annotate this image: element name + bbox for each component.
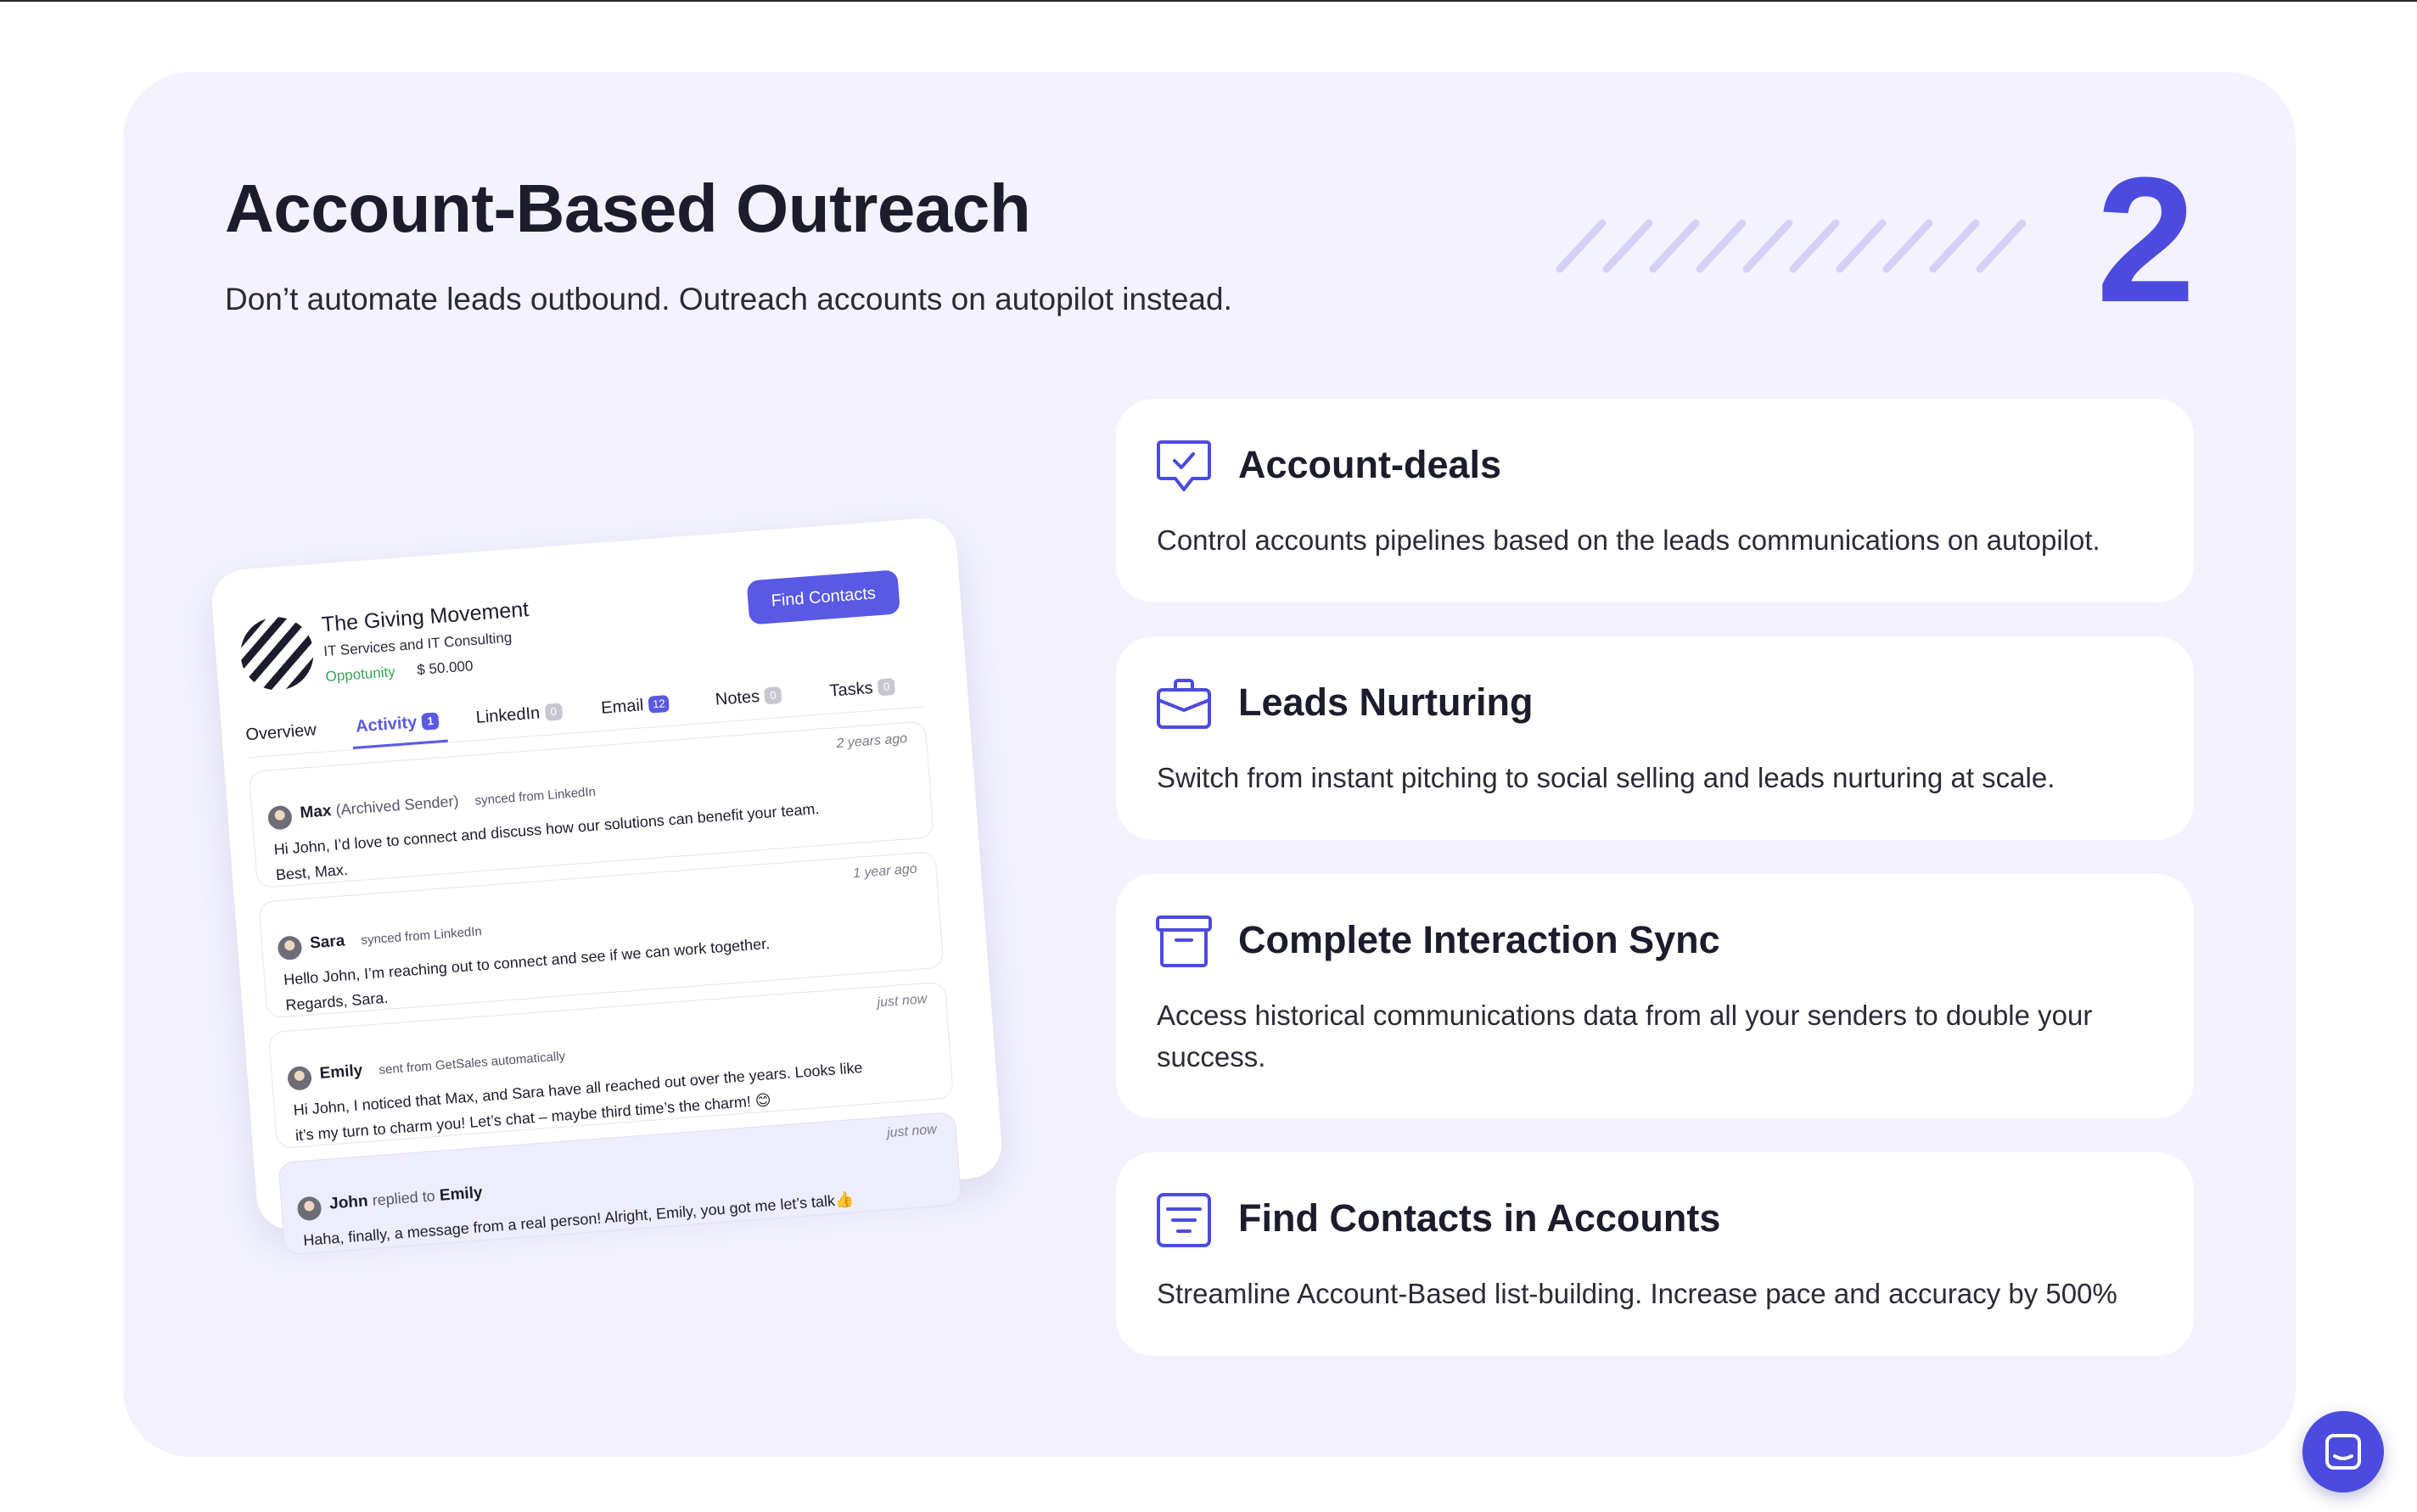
- active-tab-indicator: [352, 739, 448, 749]
- tab-activity[interactable]: Activity 1: [355, 711, 440, 736]
- feature-card-account-deals: Account-deals Control accounts pipelines…: [1116, 399, 2194, 602]
- message-time: 2 years ago: [836, 731, 908, 752]
- message-time: just now: [876, 992, 928, 1011]
- feature-title: Complete Interaction Sync: [1238, 918, 1720, 961]
- tasks-count-badge: 0: [877, 677, 896, 697]
- avatar: [266, 804, 293, 831]
- avatar: [277, 935, 303, 961]
- avatar: [287, 1065, 313, 1091]
- feature-title: Find Contacts in Accounts: [1238, 1196, 1721, 1240]
- linkedin-count-badge: 0: [544, 703, 563, 721]
- avatar: [296, 1196, 322, 1222]
- top-border: [0, 0, 2417, 2]
- archive-box-icon: [1156, 916, 1212, 967]
- message-sender: Sara: [309, 932, 346, 953]
- feature-description: Switch from instant pitching to social s…: [1157, 762, 2055, 793]
- tab-tasks[interactable]: Tasks 0: [829, 677, 896, 702]
- message-source: sent from GetSales automatically: [378, 1049, 566, 1078]
- tab-email[interactable]: Email 12: [601, 694, 670, 719]
- decorative-stripes: [1556, 219, 2027, 273]
- deal-stage: Oppotunity: [324, 664, 396, 686]
- chat-bubble-icon: [2325, 1434, 2361, 1470]
- message-time: just now: [886, 1122, 938, 1141]
- activity-count-badge: 1: [421, 712, 440, 731]
- feature-card-leads-nurturing: Leads Nurturing Switch from instant pitc…: [1116, 636, 2194, 840]
- filter-list-icon: [1157, 1193, 1211, 1247]
- tab-overview[interactable]: Overview: [245, 720, 317, 745]
- message-sender: Emily: [318, 1061, 364, 1083]
- notes-count-badge: 0: [764, 686, 782, 705]
- feature-title: Account-deals: [1238, 443, 1502, 486]
- feature-card-find-contacts: Find Contacts in Accounts Streamline Acc…: [1116, 1152, 2194, 1356]
- crm-account-card: The Giving Movement IT Services and IT C…: [209, 516, 1005, 1256]
- page-title: Account-Based Outreach: [225, 171, 1031, 246]
- feature-title: Leads Nurturing: [1238, 680, 1534, 724]
- briefcase-icon: [1157, 679, 1211, 729]
- email-count-badge: 12: [648, 694, 670, 714]
- tab-linkedin[interactable]: LinkedIn 0: [475, 702, 563, 728]
- company-logo-icon: [238, 614, 317, 693]
- message-source: synced from LinkedIn: [474, 784, 597, 809]
- replied-to-name: Emily: [439, 1184, 484, 1205]
- message-source: synced from LinkedIn: [360, 924, 483, 948]
- find-contacts-button[interactable]: Find Contacts: [746, 569, 900, 625]
- feature-card-interaction-sync: Complete Interaction Sync Access histori…: [1116, 874, 2194, 1118]
- feature-description: Streamline Account-Based list-building. …: [1157, 1278, 2117, 1309]
- feature-description: Access historical communications data fr…: [1157, 1000, 2093, 1072]
- message-time: 1 year ago: [852, 861, 918, 882]
- sender-note: (Archived Sender): [334, 792, 460, 819]
- replied-to-label: replied to: [371, 1187, 436, 1209]
- feature-description: Control accounts pipelines based on the …: [1157, 524, 2100, 556]
- chat-widget-button[interactable]: [2302, 1411, 2384, 1492]
- deal-amount: $ 50.000: [416, 658, 474, 679]
- step-number: 2: [2096, 140, 2195, 339]
- message-sender: John: [328, 1192, 369, 1213]
- page-subtitle: Don’t automate leads outbound. Outreach …: [225, 282, 1232, 316]
- message-sender: Max: [299, 802, 333, 822]
- message-check-icon: [1157, 440, 1211, 491]
- tab-notes[interactable]: Notes 0: [715, 686, 782, 710]
